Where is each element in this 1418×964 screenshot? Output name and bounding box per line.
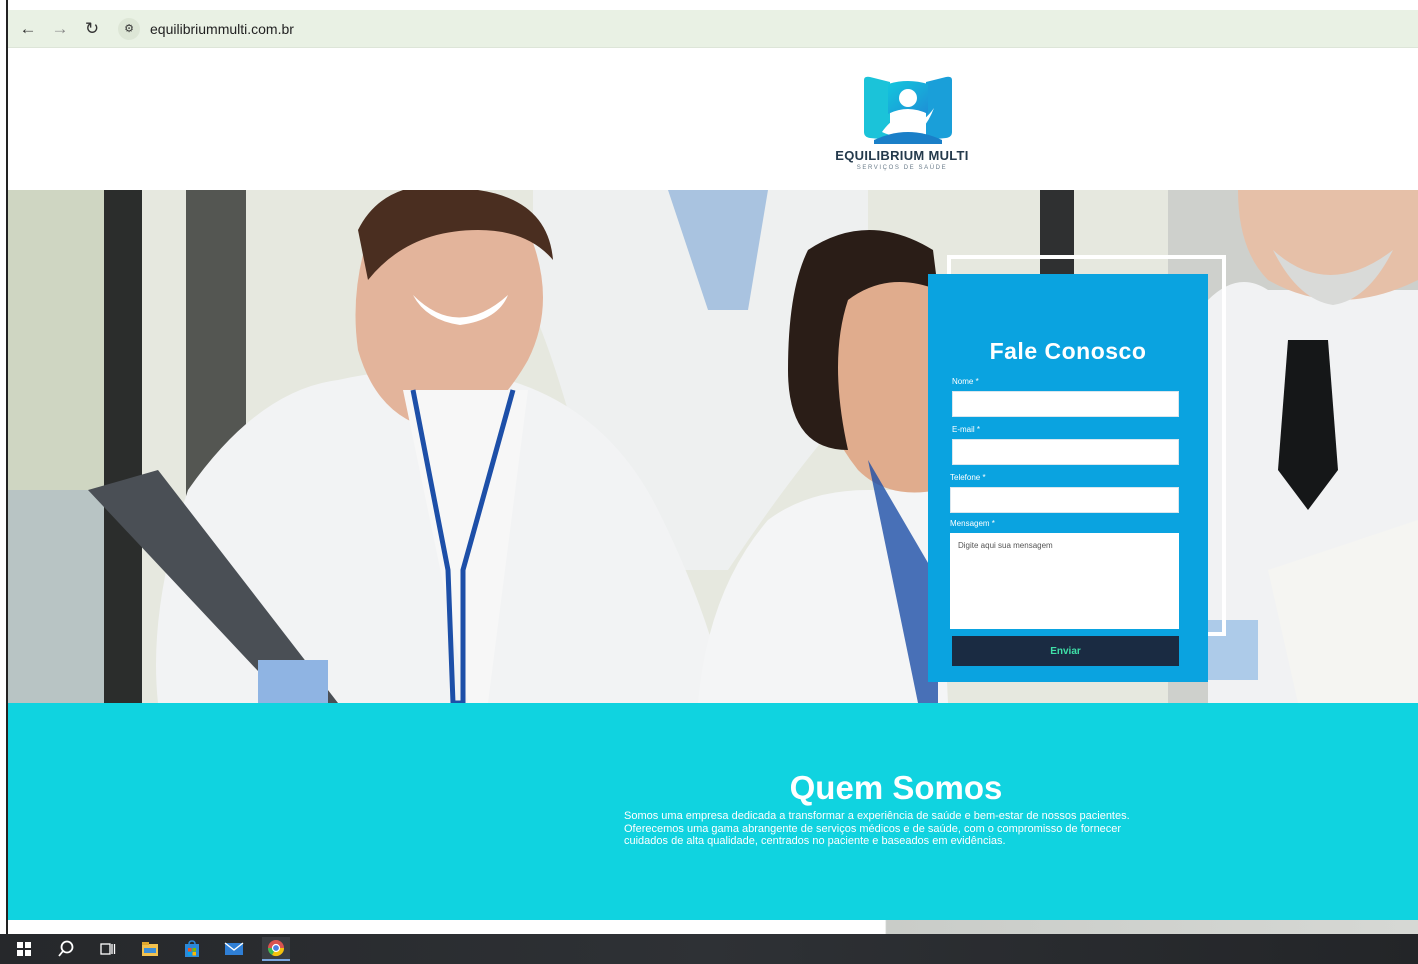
about-section: Quem Somos Somos uma empresa dedicada a … [8,703,1418,920]
email-field[interactable] [952,439,1179,465]
name-label: Nome * [952,377,979,386]
message-field[interactable]: Digite aqui sua mensagem [950,533,1179,629]
logo-name: EQUILIBRIUM MULTI [835,148,969,163]
site-logo[interactable]: EQUILIBRIUM MULTI SERVIÇOS DE SAÚDE [834,70,970,180]
search-icon[interactable] [52,937,80,961]
submit-button[interactable]: Enviar [952,636,1179,666]
contact-form: Fale Conosco Nome * E-mail * Telefone * … [928,274,1208,682]
email-label: E-mail * [952,425,981,434]
browser-window: ← → ↻ ⚙ equilibriummulti.com.br EQUILIBR… [0,0,1418,964]
forward-icon[interactable]: → [48,17,72,41]
phone-label: Telefone * [950,473,986,482]
reload-icon[interactable]: ↻ [80,17,104,41]
file-explorer-icon[interactable] [136,937,164,961]
next-section-edge [8,920,1418,934]
web-page: EQUILIBRIUM MULTI SERVIÇOS DE SAÚDE Fale… [8,48,1418,934]
site-header: EQUILIBRIUM MULTI SERVIÇOS DE SAÚDE [8,48,1418,190]
windows-start-icon[interactable] [10,937,38,961]
taskbar [0,934,1418,964]
browser-toolbar: ← → ↻ ⚙ equilibriummulti.com.br [8,10,1418,48]
window-edge [0,0,8,934]
chrome-icon[interactable] [262,937,290,961]
task-view-icon[interactable] [94,937,122,961]
form-title: Fale Conosco [989,338,1147,364]
hero-banner: Fale Conosco Nome * E-mail * Telefone * … [8,190,1418,703]
back-icon[interactable]: ← [16,17,40,41]
mail-icon[interactable] [220,937,248,961]
site-info-icon[interactable]: ⚙ [118,17,140,40]
address-bar[interactable]: equilibriummulti.com.br [150,21,294,37]
about-text: Somos uma empresa dedicada a transformar… [624,810,1130,848]
store-icon[interactable] [178,937,206,961]
logo-mark-icon [864,76,952,144]
message-label: Mensagem * [950,519,995,528]
name-field[interactable] [952,391,1179,417]
about-title: Quem Somos [789,769,1003,806]
window-top [8,0,1418,10]
phone-field[interactable] [950,487,1179,513]
logo-subtitle: SERVIÇOS DE SAÚDE [856,165,948,171]
